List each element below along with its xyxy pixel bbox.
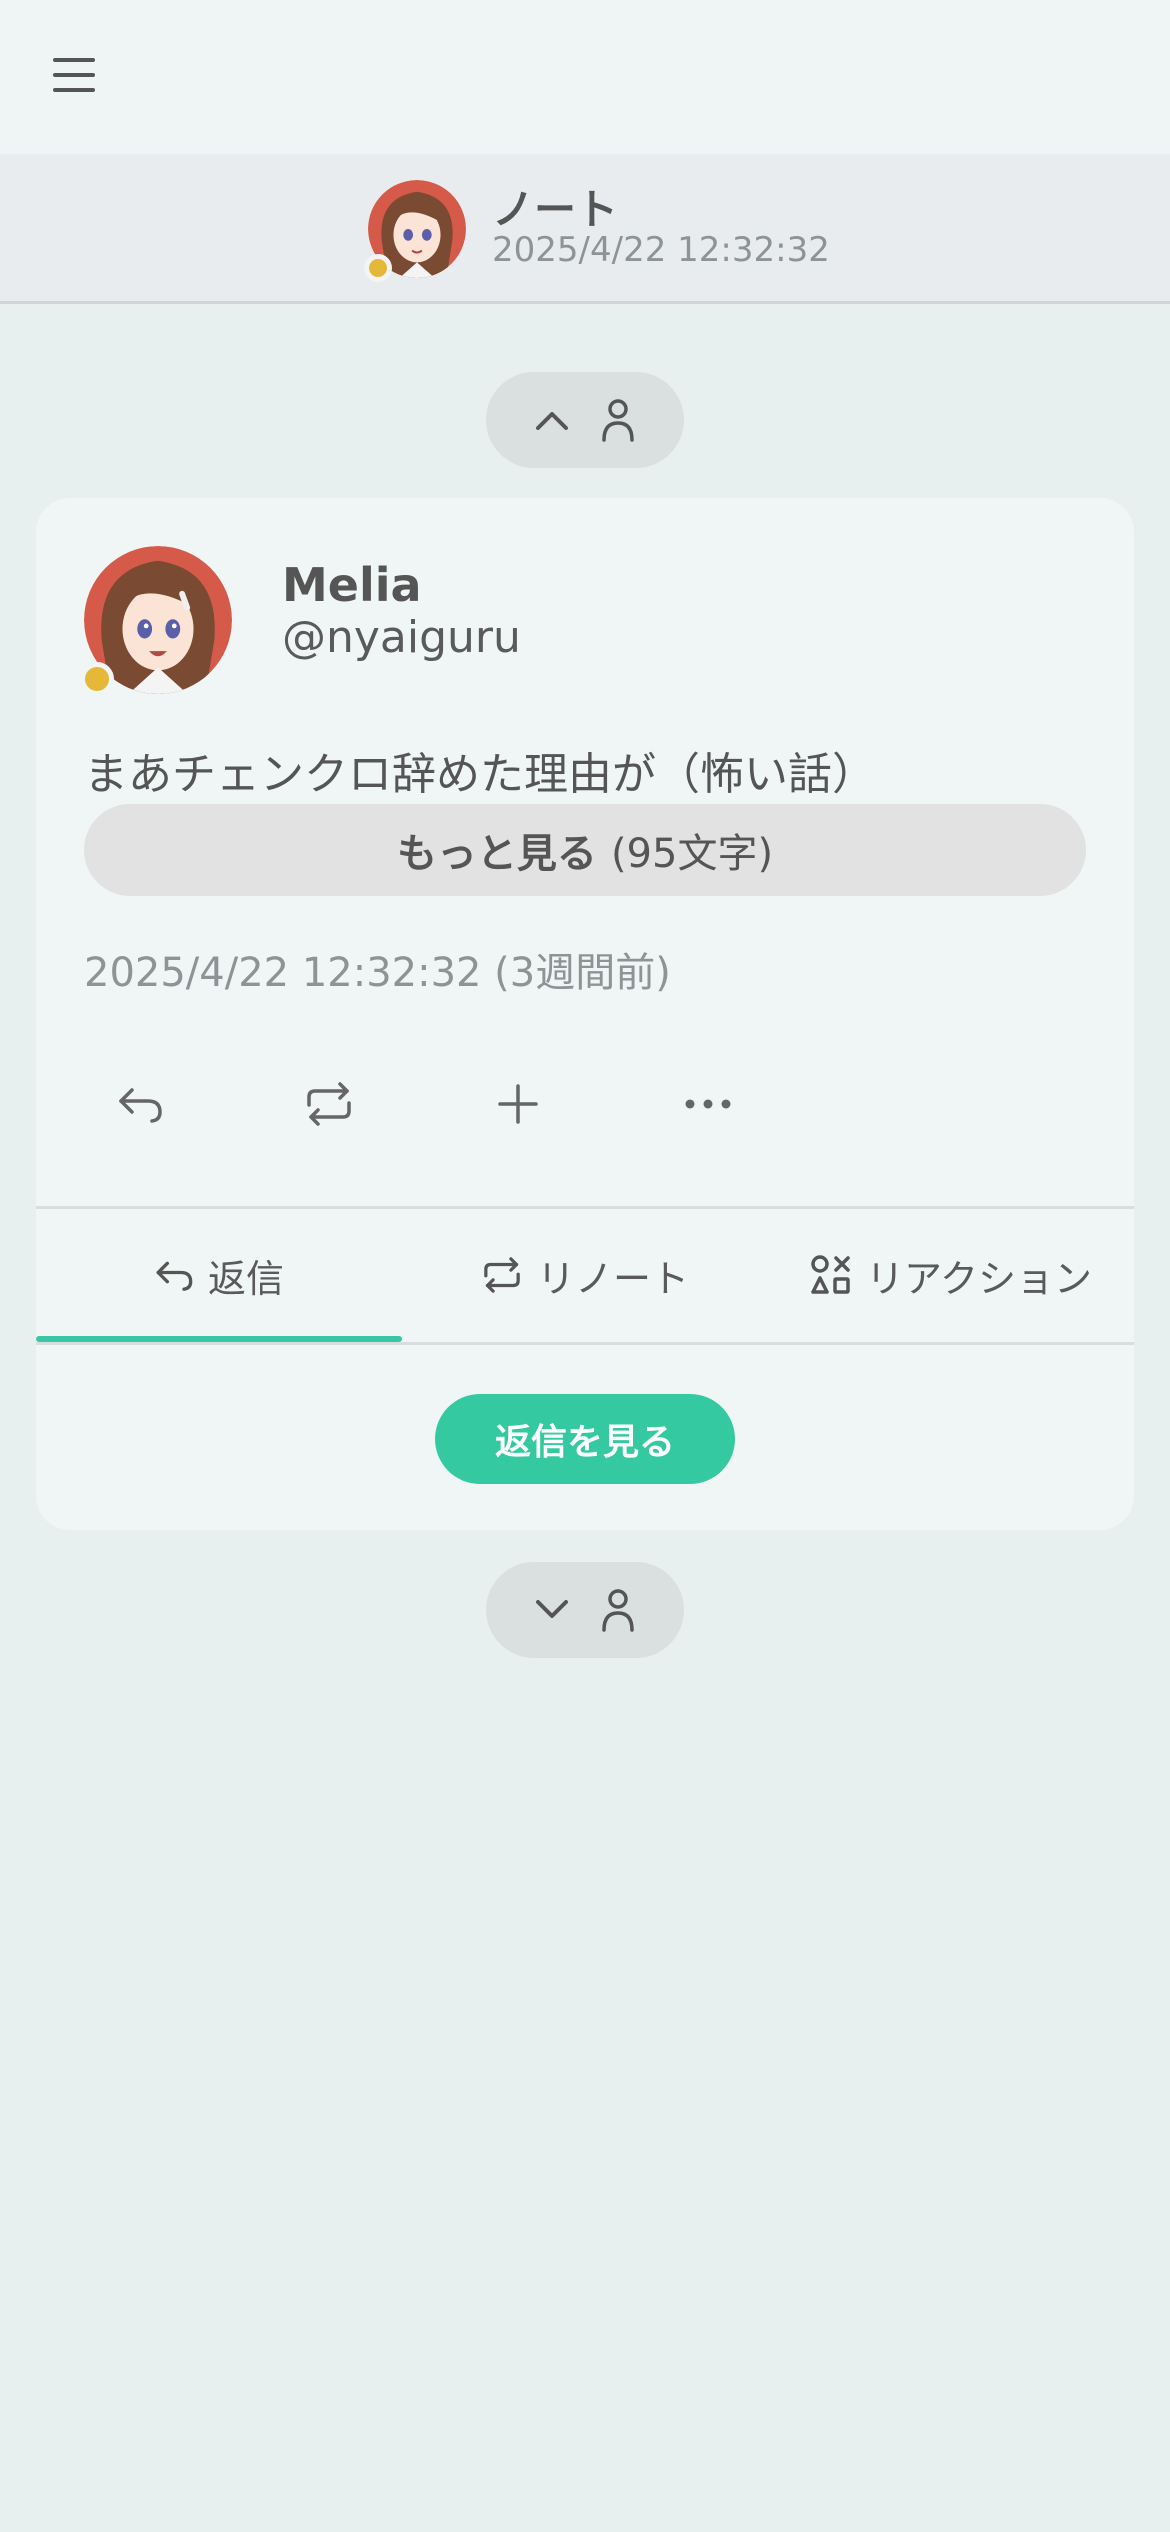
divider <box>36 1206 1134 1209</box>
renote-button[interactable] <box>289 1064 369 1144</box>
more-button[interactable] <box>668 1064 748 1144</box>
author-handle[interactable]: @nyaiguru <box>282 612 521 663</box>
see-replies-button[interactable]: 返信を見る <box>435 1394 735 1484</box>
show-more-button[interactable]: もっと見る (95文字) <box>84 804 1086 896</box>
chevron-down-icon <box>536 1600 568 1618</box>
renote-icon <box>484 1257 520 1293</box>
chevron-up-icon <box>536 412 568 430</box>
renote-icon <box>307 1082 351 1126</box>
show-more-label: もっと見る <box>396 831 597 877</box>
header-status-dot <box>364 254 392 282</box>
page-header: ノート 2025/4/22 12:32:32 <box>0 154 1170 304</box>
user-icon <box>602 1589 634 1632</box>
page-subtitle: 2025/4/22 12:32:32 <box>492 230 830 270</box>
menu-button[interactable] <box>40 40 110 110</box>
show-more-count: (95文字) <box>610 831 774 877</box>
tab-renotes[interactable]: リノート <box>402 1210 768 1340</box>
reply-icon <box>156 1261 193 1291</box>
tab-replies-label: 返信 <box>207 1256 284 1301</box>
tab-reactions-label: リアクション <box>865 1256 1093 1301</box>
author-name[interactable]: Melia <box>282 558 422 612</box>
tab-reactions[interactable]: リアクション <box>768 1210 1134 1340</box>
more-dots-icon <box>685 1099 731 1109</box>
page-title: ノート <box>492 185 619 234</box>
note-card: Melia @nyaiguru まあチェンクロ辞めた理由が（怖い話） もっと見る… <box>36 498 1134 1530</box>
note-timestamp[interactable]: 2025/4/22 12:32:32 (3週間前) <box>84 940 671 998</box>
show-previous-button[interactable] <box>486 372 684 468</box>
reactions-icon <box>811 1255 850 1294</box>
plus-icon <box>498 1084 538 1124</box>
divider <box>36 1342 1134 1345</box>
note-text: まあチェンクロ辞めた理由が（怖い話） <box>84 749 876 800</box>
reply-button[interactable] <box>100 1064 180 1144</box>
author-status-dot <box>80 662 114 696</box>
add-reaction-button[interactable] <box>478 1064 558 1144</box>
tab-replies[interactable]: 返信 <box>36 1210 402 1340</box>
tab-renotes-label: リノート <box>536 1256 689 1301</box>
hamburger-icon <box>53 58 95 92</box>
user-icon <box>602 399 634 442</box>
top-bar <box>0 0 1170 154</box>
reply-icon <box>119 1088 162 1123</box>
show-next-button[interactable] <box>486 1562 684 1658</box>
